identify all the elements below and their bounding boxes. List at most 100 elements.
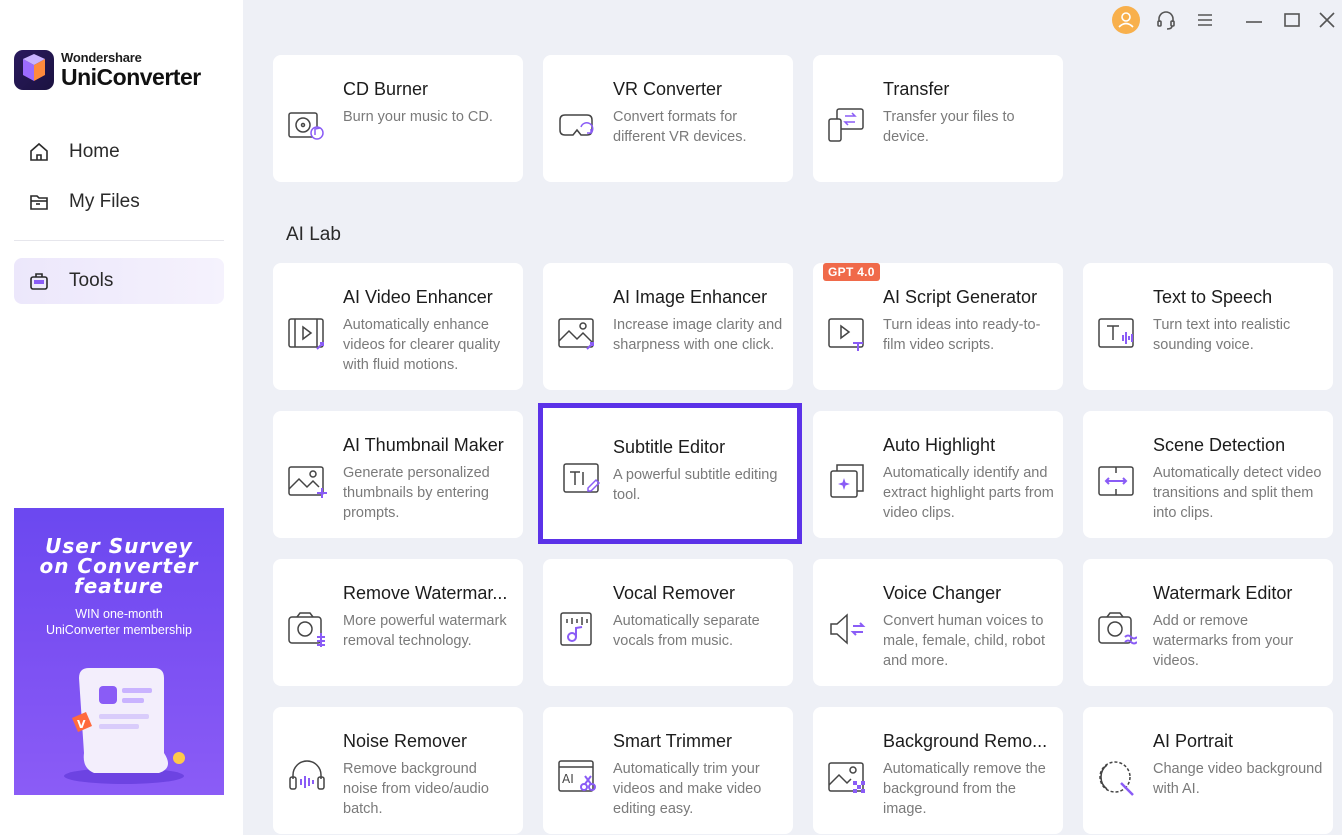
tool-description: Increase image clarity and sharpness wit… [613,317,783,353]
tool-title: Watermark Editor [1153,583,1293,603]
hamburger-menu-icon [1198,14,1212,26]
uniconverter-logo-icon [14,50,54,90]
sidebar-item-label: Tools [69,270,114,291]
script-generator-icon [827,313,867,353]
tool-description: Automatically identify and extract highl… [883,465,1054,521]
tool-description: Turn ideas into ready-to-film video scri… [883,317,1041,353]
video-enhance-icon [287,313,327,353]
tool-card-voice-changer[interactable]: Voice Changer Convert human voices to ma… [813,559,1063,686]
tool-title: Transfer [883,79,950,99]
tool-title: AI Image Enhancer [613,287,768,307]
tool-description: Remove background noise from video/audio… [343,761,489,817]
tool-card-text-to-speech[interactable]: Text to Speech Turn text into realistic … [1083,263,1333,390]
vocal-remover-icon [557,609,597,649]
banner-subtitle: WIN one-month UniConverter membership [46,607,192,637]
svg-text:AI: AI [562,772,574,786]
survey-banner[interactable]: User Survey on Converter feature WIN one… [14,508,224,795]
vr-headset-icon [557,105,597,145]
tool-title: AI Video Enhancer [343,287,493,307]
folder-icon [28,191,50,213]
product-name: UniConverter [61,64,201,90]
close-button[interactable] [1314,6,1340,34]
tool-card-ai-script-generator[interactable]: GPT 4.0 AI Script Generator Turn ideas i… [813,263,1063,390]
tool-card-background-remover[interactable]: Background Remo... Automatically remove … [813,707,1063,834]
cd-icon [287,105,327,145]
tool-title: Smart Trimmer [613,731,732,751]
tool-card-ai-video-enhancer[interactable]: AI Video Enhancer Automatically enhance … [273,263,523,390]
survey-scroll-illustration: V [54,658,194,793]
tool-card-vocal-remover[interactable]: Vocal Remover Automatically separate voc… [543,559,793,686]
text-to-speech-icon [1097,313,1137,353]
auto-highlight-icon [827,461,867,501]
support-button[interactable] [1152,6,1180,34]
tool-description: A powerful subtitle editing tool. [613,467,778,503]
tool-card-ai-portrait[interactable]: AI Portrait Change video background with… [1083,707,1333,834]
tool-title: AI Thumbnail Maker [343,435,504,455]
sidebar-item-my-files[interactable]: My Files [14,179,224,225]
tool-card-watermark-editor[interactable]: Watermark Editor Add or remove watermark… [1083,559,1333,686]
sidebar: Wondershare UniConverter Home My Files T… [0,0,243,835]
app-logo: Wondershare UniConverter [14,50,201,90]
tool-card-ai-thumbnail-maker[interactable]: AI Thumbnail Maker Generate personalized… [273,411,523,538]
tool-card-cd-burner[interactable]: CD Burner Burn your music to CD. [273,55,523,182]
headset-icon [1157,11,1175,30]
ai-portrait-icon [1097,757,1137,797]
tool-title: Text to Speech [1153,287,1273,307]
tool-description: Automatically trim your videos and make … [613,761,762,817]
sidebar-item-label: My Files [69,191,140,212]
sidebar-item-tools[interactable]: Tools [14,258,224,304]
tool-description: Automatically enhance videos for clearer… [343,317,501,373]
sidebar-item-label: Home [69,141,120,162]
tool-title: Background Remo... [883,731,1048,751]
tool-card-auto-highlight[interactable]: Auto Highlight Automatically identify an… [813,411,1063,538]
tool-description: Automatically detect video transitions a… [1153,465,1322,521]
minimize-icon [1246,21,1262,23]
remove-watermark-icon [287,609,327,649]
tool-description: Burn your music to CD. [343,109,493,125]
tool-title: Scene Detection [1153,435,1286,455]
tool-description: Transfer your files to device. [883,109,1015,145]
tool-description: More powerful watermark removal technolo… [343,613,507,649]
tool-title: VR Converter [613,79,723,99]
toolbox-icon [28,270,50,292]
tool-card-scene-detection[interactable]: Scene Detection Automatically detect vid… [1083,411,1333,538]
voice-changer-icon [827,609,867,649]
tool-title: CD Burner [343,79,429,99]
subtitle-editor-icon [562,458,602,498]
maximize-button[interactable] [1278,6,1306,34]
noise-remover-icon [287,757,327,797]
sidebar-item-home[interactable]: Home [14,129,224,175]
tool-title: AI Script Generator [883,287,1038,307]
tool-title: Noise Remover [343,731,468,751]
close-icon [1319,12,1335,28]
avatar-icon [1112,6,1140,34]
scene-detection-icon [1097,461,1137,501]
user-avatar-button[interactable] [1112,6,1140,34]
gpt-badge: GPT 4.0 [823,263,880,281]
tool-description: Convert formats for different VR devices… [613,109,747,145]
tool-description: Turn text into realistic sounding voice. [1153,317,1291,353]
tool-card-noise-remover[interactable]: Noise Remover Remove background noise fr… [273,707,523,834]
tool-title: Remove Watermar... [343,583,508,603]
tool-title: Voice Changer [883,583,1002,603]
menu-button[interactable] [1192,6,1218,34]
tool-description: Automatically remove the background from… [883,761,1046,817]
tool-title: Subtitle Editor [613,437,726,457]
tool-card-ai-image-enhancer[interactable]: AI Image Enhancer Increase image clarity… [543,263,793,390]
tool-card-smart-trimmer[interactable]: AI Smart Trimmer Automatically trim your… [543,707,793,834]
tool-card-transfer[interactable]: Transfer Transfer your files to device. [813,55,1063,182]
banner-title: User Survey on Converter feature [39,534,199,598]
thumbnail-maker-icon [287,461,327,501]
transfer-device-icon [827,105,867,145]
tool-card-subtitle-editor[interactable]: Subtitle Editor A powerful subtitle edit… [538,403,802,544]
tool-title: Auto Highlight [883,435,996,455]
tool-title: AI Portrait [1153,731,1234,751]
minimize-button[interactable] [1240,6,1268,34]
tool-card-remove-watermark[interactable]: Remove Watermar... More powerful waterma… [273,559,523,686]
tool-description: Automatically separate vocals from music… [613,613,760,649]
background-remover-icon [827,757,867,797]
tool-card-vr-converter[interactable]: VR Converter Convert formats for differe… [543,55,793,182]
tool-description: Convert human voices to male, female, ch… [883,613,1045,669]
nav-divider [14,240,224,241]
watermark-editor-icon [1097,609,1138,649]
